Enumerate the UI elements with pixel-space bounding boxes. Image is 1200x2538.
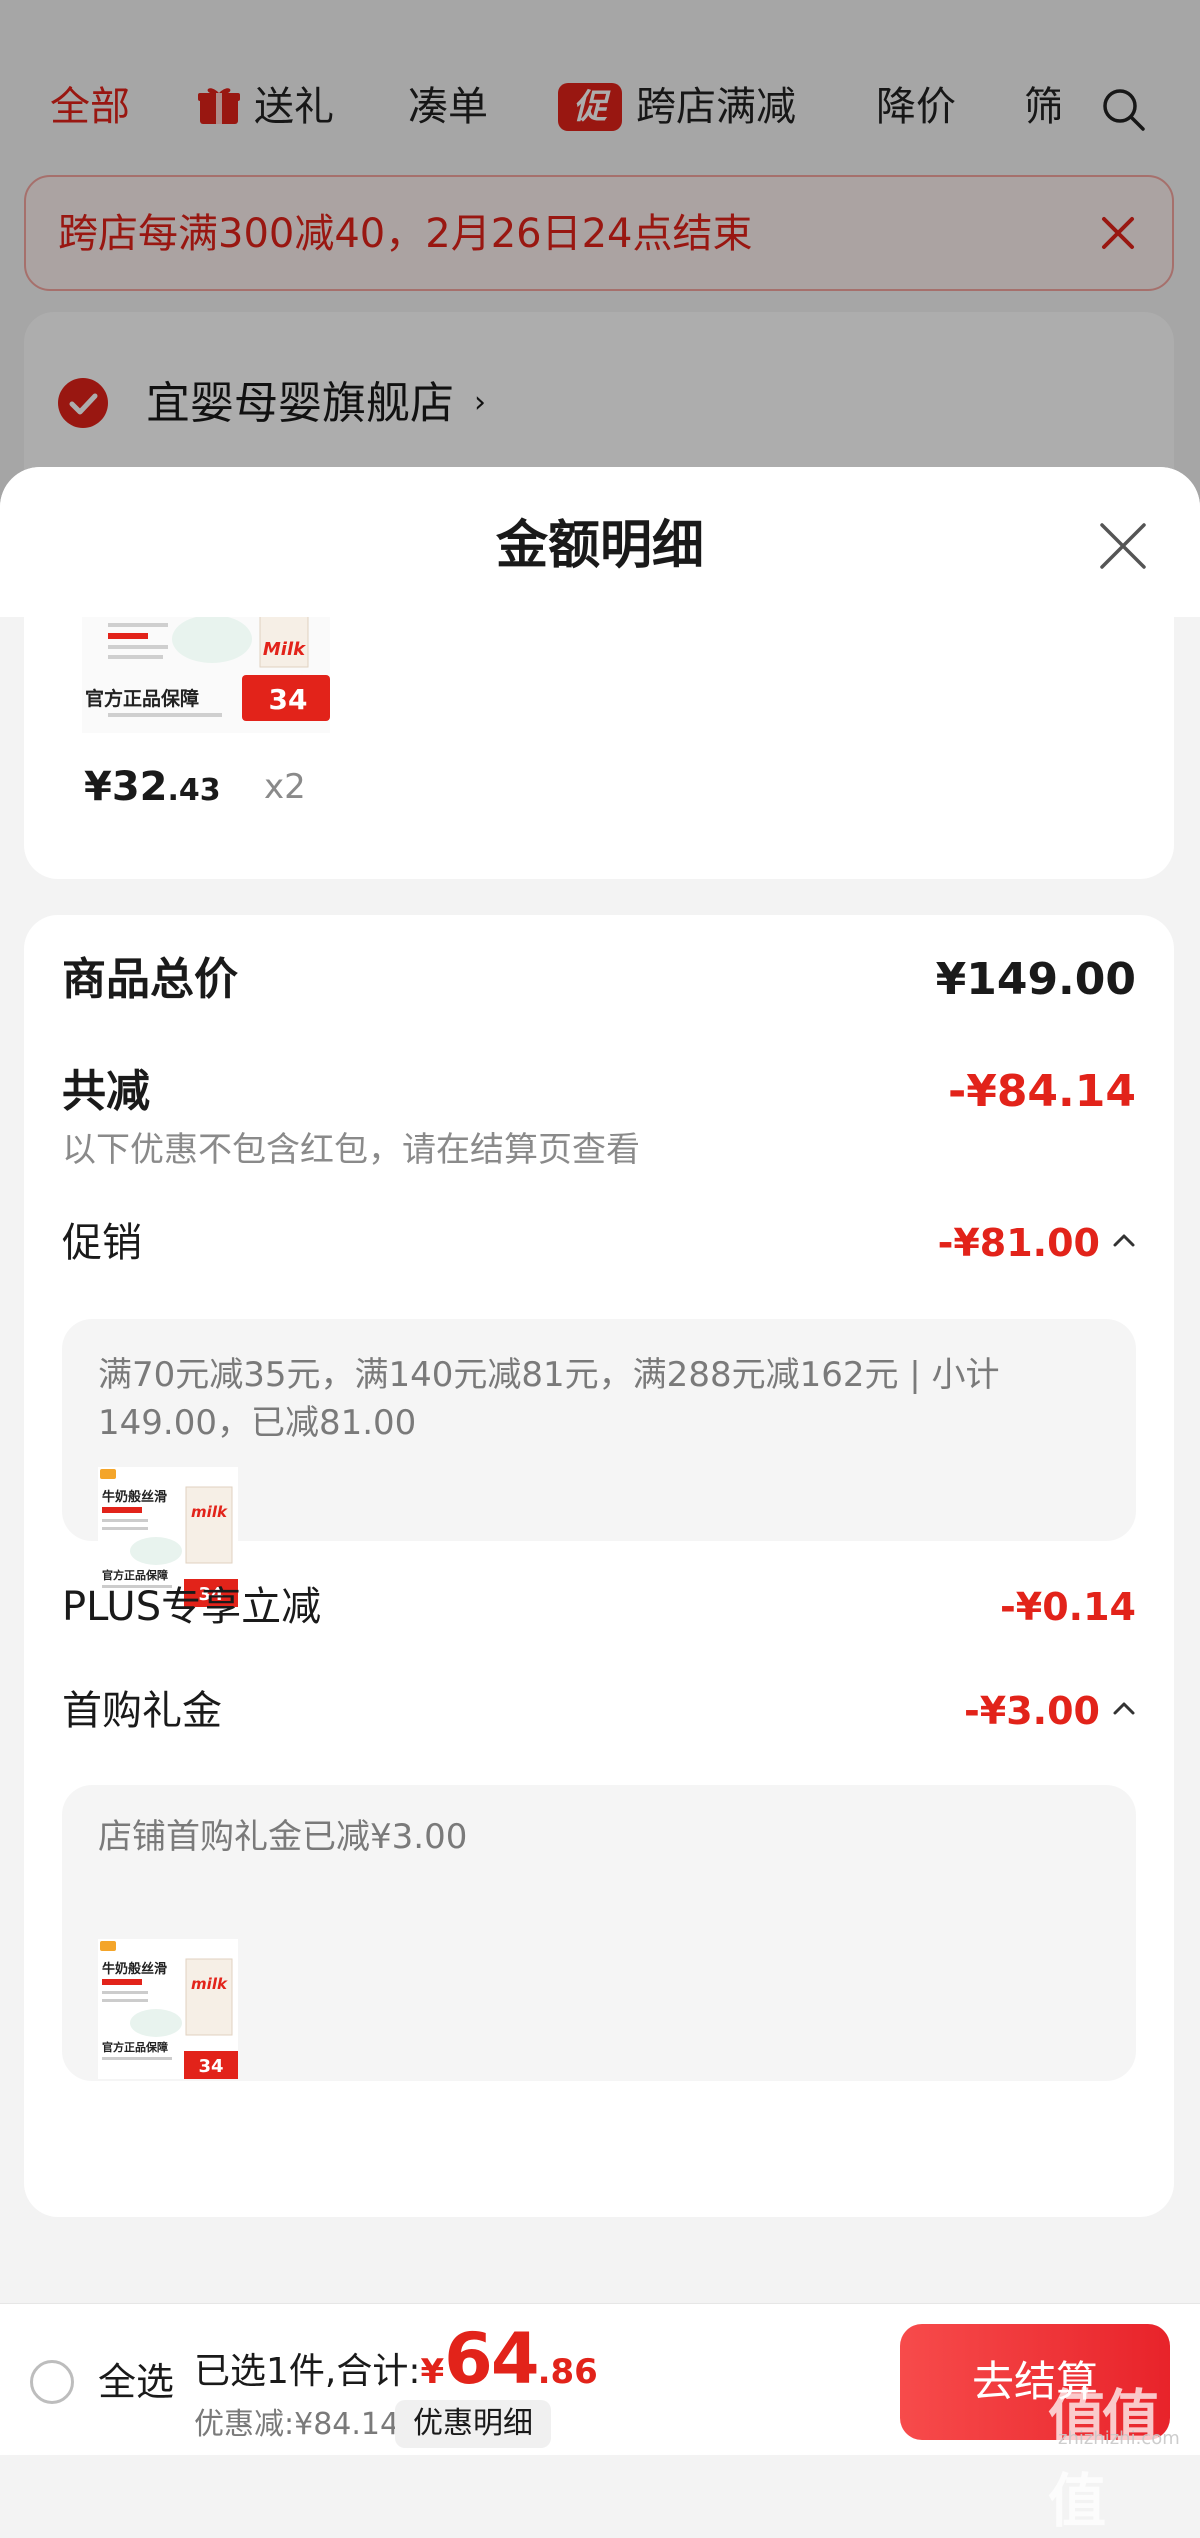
product-price: ¥32.43 xyxy=(84,757,221,821)
close-icon[interactable] xyxy=(1096,519,1150,573)
total-reduce-label: 共减 xyxy=(62,1066,150,1117)
discount-detail-button[interactable]: 优惠明细 xyxy=(395,2400,551,2448)
thumb-brand-text: milk xyxy=(191,1503,228,1521)
product-tag-text: 官方正品保障 xyxy=(85,687,199,710)
total-price-value: ¥149.00 xyxy=(935,954,1136,1005)
promo-value-wrap: -¥81.00 xyxy=(938,1211,1136,1275)
thumb-price-badge: 34 xyxy=(198,2056,223,2077)
amount-detail-sheet: 金额明细 Milk 官方正品保障 34 ¥32.43 x2 商品总价 ¥149.… xyxy=(0,467,1200,2303)
product-thumbnail[interactable]: Milk 官方正品保障 34 xyxy=(82,617,330,733)
plus-row: PLUS专享立减 -¥0.14 xyxy=(62,1575,1136,1639)
watermark-url: zhizhizhi.com xyxy=(1058,2428,1180,2449)
promo-value: -¥81.00 xyxy=(937,1221,1100,1265)
plus-label: PLUS专享立减 xyxy=(62,1584,322,1630)
product-quantity: x2 xyxy=(264,767,306,807)
first-gift-value: -¥3.00 xyxy=(964,1689,1100,1733)
total-reduce-row: 共减 -¥84.14 xyxy=(62,1057,1136,1127)
thumb-brand-text: milk xyxy=(191,1975,228,1993)
gift-product-thumbnail[interactable]: 牛奶般丝滑 milk 官方正品保障 34 xyxy=(98,1939,238,2079)
saved-amount: 优惠减:¥84.14 xyxy=(194,2407,400,2442)
product-brand-text: Milk xyxy=(263,639,306,660)
product-price-int: ¥32 xyxy=(84,764,168,810)
first-gift-detail-text: 店铺首购礼金已减¥3.00 xyxy=(98,1817,468,1857)
first-gift-row[interactable]: 首购礼金 -¥3.00 xyxy=(62,1679,1136,1743)
product-price-dec: .43 xyxy=(167,773,221,808)
thumb-title: 牛奶般丝滑 xyxy=(102,1961,167,1977)
promo-detail-text: 满70元减35元，满140元减81元，满288元减162元 | 小计149.00… xyxy=(98,1355,1000,1443)
reduce-note: 以下优惠不包含红包，请在结算页查看 xyxy=(62,1130,640,1170)
total-price-label: 商品总价 xyxy=(62,954,238,1005)
amount-detail-card: 商品总价 ¥149.00 共减 -¥84.14 以下优惠不包含红包，请在结算页查… xyxy=(24,915,1174,2217)
sheet-header: 金额明细 xyxy=(0,467,1200,617)
total-int: 64 xyxy=(444,2318,539,2400)
first-gift-label: 首购礼金 xyxy=(62,1688,222,1734)
product-price-badge: 34 xyxy=(269,683,308,716)
select-all-label[interactable]: 全选 xyxy=(98,2354,174,2410)
summary-prefix: 已选1件,合计: xyxy=(194,2351,421,2392)
sheet-title: 金额明细 xyxy=(495,516,704,576)
plus-value: -¥0.14 xyxy=(1000,1585,1136,1629)
product-card: Milk 官方正品保障 34 ¥32.43 x2 xyxy=(24,617,1174,879)
watermark-logo: 值值值 xyxy=(1048,2383,1160,2535)
first-gift-value-wrap: -¥3.00 xyxy=(964,1679,1136,1743)
chevron-up-icon[interactable] xyxy=(1112,1700,1136,1716)
chevron-up-icon[interactable] xyxy=(1112,1232,1136,1248)
total-reduce-value: -¥84.14 xyxy=(947,1066,1136,1117)
checkout-bar: 全选 已选1件,合计:¥64.86 优惠减:¥84.14 优惠明细 去结算 xyxy=(0,2303,1200,2455)
total-currency: ¥ xyxy=(420,2352,445,2392)
thumb-title: 牛奶般丝滑 xyxy=(102,1489,167,1505)
promo-label: 促销 xyxy=(62,1220,142,1266)
select-all-checkbox[interactable] xyxy=(30,2360,74,2404)
promo-row[interactable]: 促销 -¥81.00 xyxy=(62,1211,1136,1275)
total-price-row: 商品总价 ¥149.00 xyxy=(62,945,1136,1015)
thumb-tag: 官方正品保障 xyxy=(102,2040,168,2054)
total-dec: .86 xyxy=(537,2352,598,2392)
